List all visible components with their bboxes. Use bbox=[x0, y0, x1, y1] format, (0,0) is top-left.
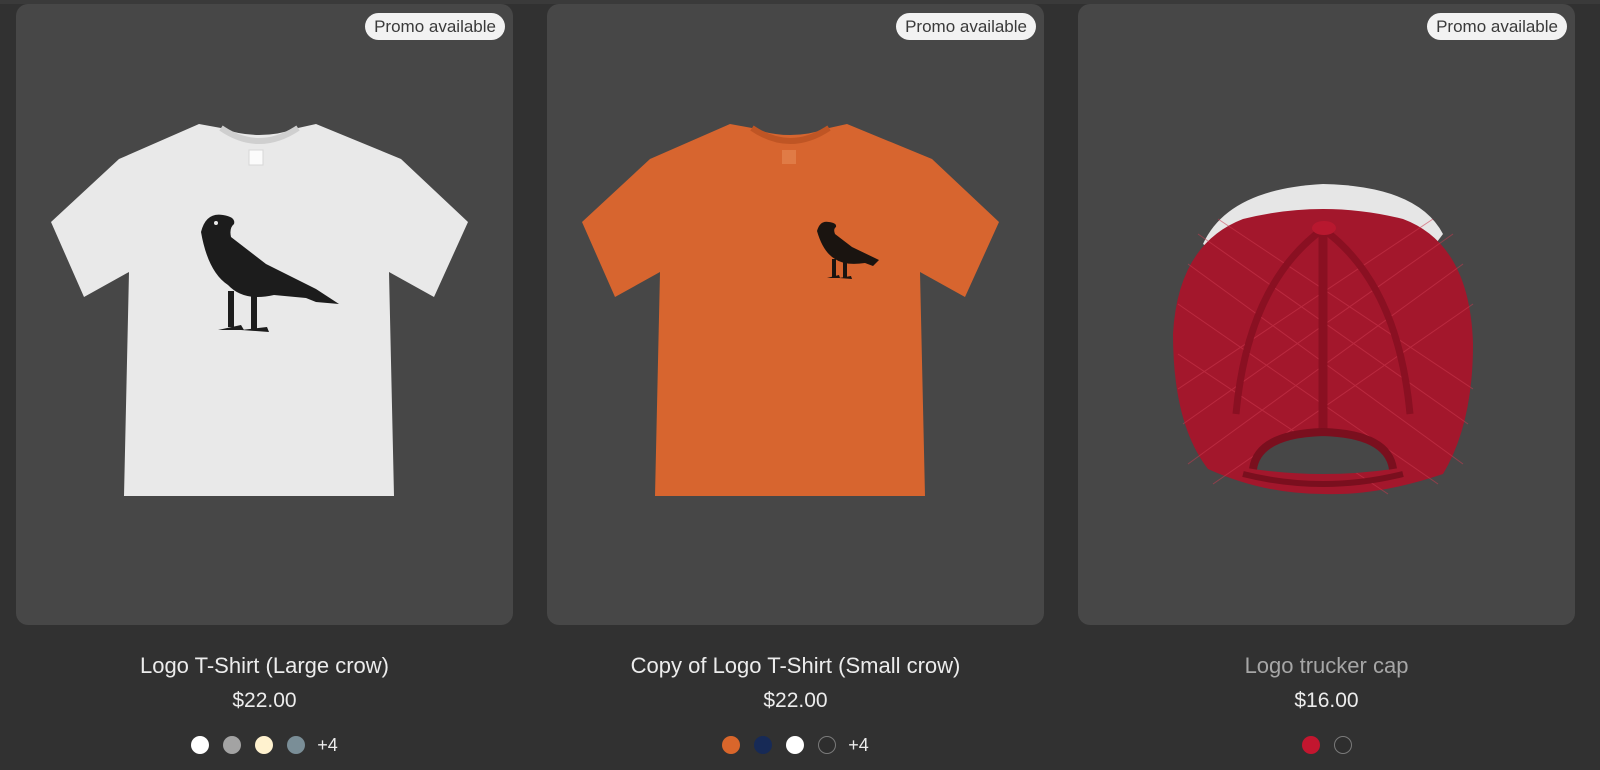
swatch-cream[interactable] bbox=[255, 736, 274, 754]
product-title[interactable]: Logo T-Shirt (Large crow) bbox=[16, 653, 513, 679]
product-title[interactable]: Logo trucker cap bbox=[1078, 653, 1575, 679]
product-card[interactable]: Promo available Copy of Logo T-Shirt (Sm… bbox=[547, 4, 1044, 756]
swatch-white[interactable] bbox=[786, 736, 805, 754]
product-image-orange-tshirt[interactable] bbox=[547, 4, 1044, 625]
product-image-white-tshirt[interactable] bbox=[16, 4, 513, 625]
product-image-container[interactable]: Promo available bbox=[16, 4, 513, 625]
product-price: $16.00 bbox=[1294, 689, 1359, 712]
product-image-trucker-cap[interactable] bbox=[1078, 4, 1575, 625]
product-image-container[interactable]: Promo available bbox=[1078, 4, 1575, 625]
more-colors-count[interactable]: +4 bbox=[848, 735, 869, 756]
swatch-navy[interactable] bbox=[754, 736, 773, 754]
product-price: $22.00 bbox=[763, 689, 828, 712]
product-image-container[interactable]: Promo available bbox=[547, 4, 1044, 625]
color-swatches bbox=[1078, 734, 1575, 756]
promo-badge: Promo available bbox=[896, 13, 1036, 40]
product-grid: Promo available Logo T-Shirt (Large crow… bbox=[16, 4, 1576, 756]
promo-badge: Promo available bbox=[365, 13, 505, 40]
swatch-black[interactable] bbox=[1333, 736, 1352, 754]
color-swatches: +4 bbox=[16, 734, 513, 756]
swatch-white[interactable] bbox=[191, 736, 210, 754]
swatch-red[interactable] bbox=[1301, 736, 1320, 754]
color-swatches: +4 bbox=[547, 734, 1044, 756]
swatch-gray[interactable] bbox=[223, 736, 242, 754]
swatch-slate[interactable] bbox=[287, 736, 306, 754]
swatch-orange[interactable] bbox=[722, 736, 741, 754]
product-price: $22.00 bbox=[232, 689, 297, 712]
promo-badge: Promo available bbox=[1427, 13, 1567, 40]
product-card[interactable]: Promo available Logo T-Shirt (Large crow… bbox=[16, 4, 513, 756]
swatch-black[interactable] bbox=[818, 736, 837, 754]
more-colors-count[interactable]: +4 bbox=[317, 735, 338, 756]
product-card[interactable]: Promo available Logo trucker cap $16.00 bbox=[1078, 4, 1575, 756]
product-title[interactable]: Copy of Logo T-Shirt (Small crow) bbox=[547, 653, 1044, 679]
